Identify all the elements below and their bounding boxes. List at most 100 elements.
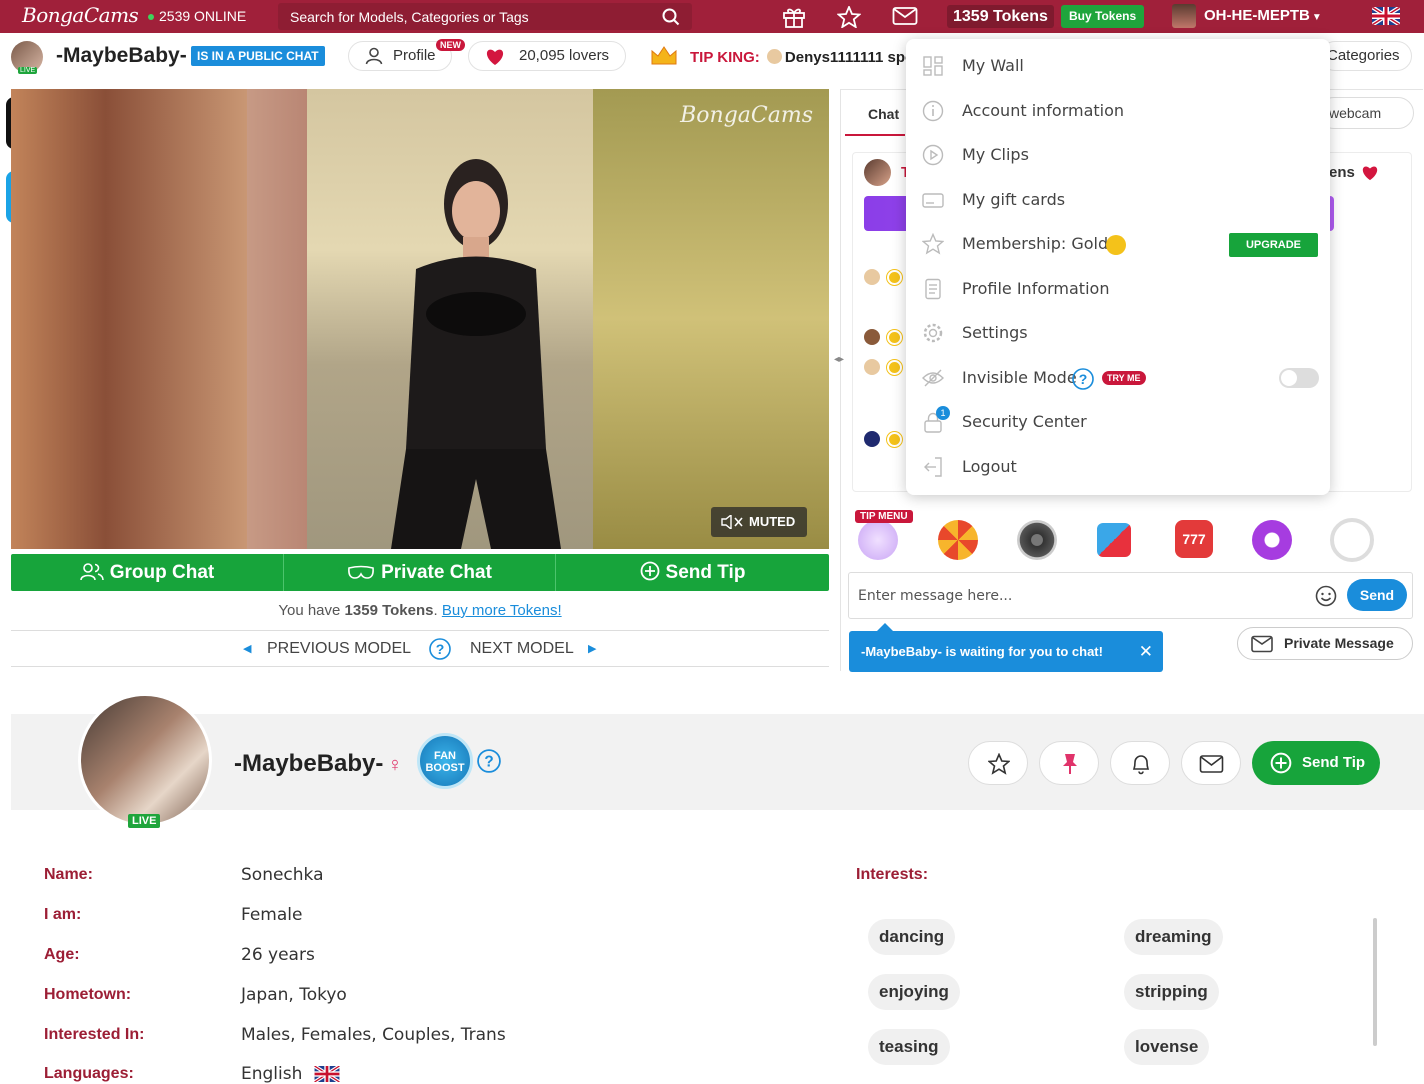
tip-menu-label[interactable]: TIP MENU: [855, 510, 913, 523]
invisible-mode-toggle[interactable]: [1279, 368, 1319, 388]
private-chat-button[interactable]: Private Chat: [284, 554, 555, 591]
search-box[interactable]: [278, 3, 692, 30]
try-me-badge: TRY ME: [1102, 371, 1146, 385]
interest-tag[interactable]: teasing: [868, 1029, 950, 1065]
profile-name-text: -MaybeBaby-: [234, 750, 384, 777]
send-button[interactable]: Send: [1347, 579, 1407, 611]
search-icon[interactable]: [662, 8, 680, 26]
help-icon[interactable]: ?: [477, 749, 501, 773]
gift-icon[interactable]: [782, 6, 806, 28]
fan-boost-line-2: BOOST: [425, 762, 465, 774]
tip-king: TIP KING: Denys1111111 spe: [690, 49, 913, 66]
wall-icon: [923, 56, 943, 76]
top-bar: BongaCams 2539 ONLINE 1359 Tokens Buy To…: [0, 0, 1424, 33]
pin-button[interactable]: [1039, 741, 1099, 785]
previous-model-link[interactable]: PREVIOUS MODEL: [267, 640, 411, 658]
private-message-label: Private Message: [1284, 635, 1394, 651]
notify-button[interactable]: [1110, 741, 1170, 785]
field-value-name: Sonechka: [241, 865, 324, 885]
video-watermark: BongaCams: [680, 103, 813, 128]
public-chat-badge: IS IN A PUBLIC CHAT: [191, 46, 325, 66]
document-icon: [925, 278, 941, 300]
profile-avatar[interactable]: [78, 693, 212, 827]
tip-menu-icon[interactable]: [858, 520, 898, 560]
user-emoji-icon: [864, 269, 880, 285]
help-icon[interactable]: ?: [1072, 368, 1094, 390]
menu-item-security-center[interactable]: 1 Security Center: [906, 400, 1330, 444]
next-model-link[interactable]: NEXT MODEL: [470, 640, 574, 658]
close-icon[interactable]: ✕: [1139, 631, 1153, 672]
field-value-age: 26 years: [241, 945, 315, 965]
mute-button[interactable]: MUTED: [711, 507, 807, 537]
webcam-button[interactable]: webcam: [1318, 97, 1414, 129]
help-icon[interactable]: ?: [429, 638, 451, 660]
interests-label: Interests:: [856, 866, 929, 883]
uk-flag-icon[interactable]: [1372, 7, 1400, 25]
menu-label: Profile Information: [962, 279, 1110, 298]
fan-boost-badge[interactable]: FAN BOOST: [417, 733, 473, 789]
menu-item-account-information[interactable]: Account information: [906, 89, 1330, 133]
user-emoji-icon: [864, 431, 880, 447]
arrow-right-icon[interactable]: ▶: [588, 642, 596, 655]
interest-tag[interactable]: lovense: [1124, 1029, 1210, 1065]
token-balance[interactable]: 1359 Tokens: [947, 5, 1054, 28]
dice-icon[interactable]: [1097, 523, 1131, 557]
lottery-icon[interactable]: [1252, 520, 1292, 560]
interests-scrollbar[interactable]: [1373, 918, 1377, 1046]
lovers-button[interactable]: 20,095 lovers: [468, 41, 626, 71]
message-button[interactable]: [1181, 741, 1241, 785]
interest-tag[interactable]: dreaming: [1124, 919, 1223, 955]
menu-item-my-wall[interactable]: My Wall: [906, 44, 1330, 88]
menu-item-my-gift-cards[interactable]: My gift cards: [906, 178, 1330, 222]
menu-item-logout[interactable]: Logout: [906, 445, 1330, 489]
user-menu-toggle[interactable]: OH-HE-MEPTB ▼: [1204, 7, 1322, 24]
message-input[interactable]: [858, 586, 1298, 606]
private-message-button[interactable]: Private Message: [1237, 627, 1413, 660]
menu-label: Security Center: [962, 412, 1087, 431]
speaker-muted-icon: [721, 515, 743, 529]
video-player[interactable]: BongaCams MUTED: [11, 89, 829, 549]
music-icon[interactable]: [1017, 520, 1057, 560]
slot-machine-icon[interactable]: 777: [1175, 520, 1213, 558]
lovense-icon[interactable]: [1330, 518, 1374, 562]
emoji-icon[interactable]: [1315, 585, 1337, 607]
field-value-languages: English: [241, 1064, 341, 1084]
menu-item-profile-information[interactable]: Profile Information: [906, 267, 1330, 311]
send-tip-button[interactable]: Send Tip: [556, 554, 829, 591]
interest-tag[interactable]: stripping: [1124, 974, 1219, 1010]
upgrade-button[interactable]: UPGRADE: [1229, 233, 1318, 257]
categories-button[interactable]: Categories: [1320, 41, 1412, 71]
menu-label: My Wall: [962, 56, 1024, 75]
chat-tab[interactable]: Chat: [868, 106, 899, 122]
user-avatar[interactable]: [1172, 4, 1196, 28]
profile-name: -MaybeBaby- ♀: [234, 750, 402, 778]
group-chat-button[interactable]: Group Chat: [11, 554, 283, 591]
user-emoji-icon: [864, 359, 880, 375]
arrow-left-icon[interactable]: ◀: [243, 642, 251, 655]
gift-card-icon: [922, 193, 944, 208]
profile-send-tip-button[interactable]: Send Tip: [1252, 741, 1380, 785]
buy-tokens-button[interactable]: Buy Tokens: [1061, 5, 1145, 28]
message-box[interactable]: [848, 572, 1413, 619]
field-label-gender: I am:: [44, 906, 82, 923]
favorite-button[interactable]: [968, 741, 1028, 785]
action-bar: Group Chat Private Chat Send Tip: [11, 554, 829, 591]
send-tip-label: Send Tip: [1302, 754, 1366, 771]
resize-handle-icon[interactable]: ◂▸: [834, 354, 844, 365]
search-input[interactable]: [290, 7, 650, 26]
profile-label: Profile: [393, 47, 436, 64]
menu-item-my-clips[interactable]: My Clips: [906, 133, 1330, 177]
menu-item-settings[interactable]: Settings: [906, 311, 1330, 355]
chat-avatar[interactable]: [864, 159, 891, 186]
buy-more-tokens-link[interactable]: Buy more Tokens!: [442, 602, 562, 619]
toggle-knob: [1281, 370, 1297, 386]
star-icon[interactable]: [837, 6, 861, 28]
interest-tag[interactable]: enjoying: [868, 974, 960, 1010]
site-logo[interactable]: BongaCams: [22, 3, 139, 27]
group-chat-label: Group Chat: [109, 562, 215, 583]
wheel-of-fortune-icon[interactable]: [938, 520, 978, 560]
mail-icon[interactable]: [892, 6, 918, 26]
gear-icon: [923, 323, 943, 343]
interest-tag[interactable]: dancing: [868, 919, 956, 955]
tip-king-user[interactable]: Denys1111111 spe: [785, 49, 913, 66]
